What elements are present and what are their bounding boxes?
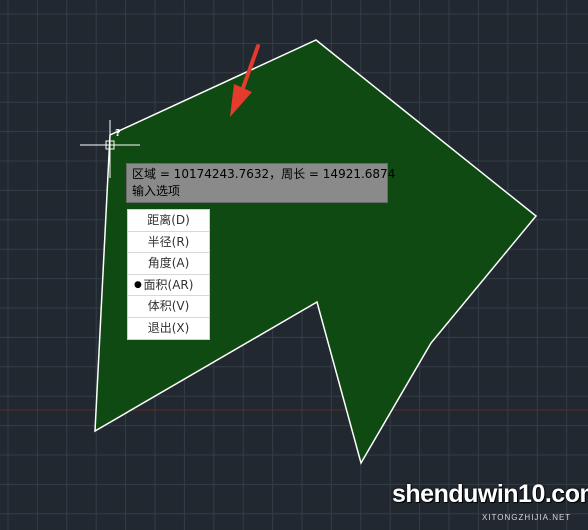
menu-item-distance[interactable]: 距离(D) [128, 210, 209, 232]
selected-bullet-icon: ● [134, 279, 142, 290]
measure-options-menu[interactable]: 距离(D) 半径(R) 角度(A) ● 面积(AR) 体积(V) 退出(X) [127, 209, 210, 340]
site-watermark: shenduwin10.com XITONGZHIJIA.NET [392, 480, 588, 530]
menu-item-area[interactable]: ● 面积(AR) [128, 275, 209, 296]
menu-item-label: 退出(X) [147, 320, 190, 335]
watermark-domain: shenduwin10.com [392, 480, 588, 508]
menu-item-label: 距离(D) [147, 213, 190, 227]
drawing-canvas[interactable]: ? [0, 0, 588, 530]
menu-item-angle[interactable]: 角度(A) [128, 253, 209, 275]
menu-item-volume[interactable]: 体积(V) [128, 296, 209, 318]
menu-item-radius[interactable]: 半径(R) [128, 232, 209, 253]
measure-result-tooltip: 区域 = 10174243.7632，周长 = 14921.6874 输入选项 [126, 163, 396, 203]
watermark-subtext: XITONGZHIJIA.NET [482, 513, 572, 522]
menu-item-label: 角度(A) [147, 256, 190, 270]
menu-item-label: 半径(R) [147, 234, 190, 249]
menu-item-label: 体积(V) [147, 299, 190, 313]
area-perimeter-readout: 区域 = 10174243.7632，周长 = 14921.6874 [132, 167, 396, 181]
menu-item-label: 面积(AR) [143, 277, 194, 292]
menu-item-exit[interactable]: 退出(X) [128, 318, 209, 340]
enter-option-prompt: 输入选项 [132, 184, 181, 198]
cursor-question-glyph: ? [115, 128, 121, 139]
cad-drawing-area[interactable]: ? 区域 = 10174243.7632，周长 = 14921.6874 输入选… [0, 0, 588, 530]
